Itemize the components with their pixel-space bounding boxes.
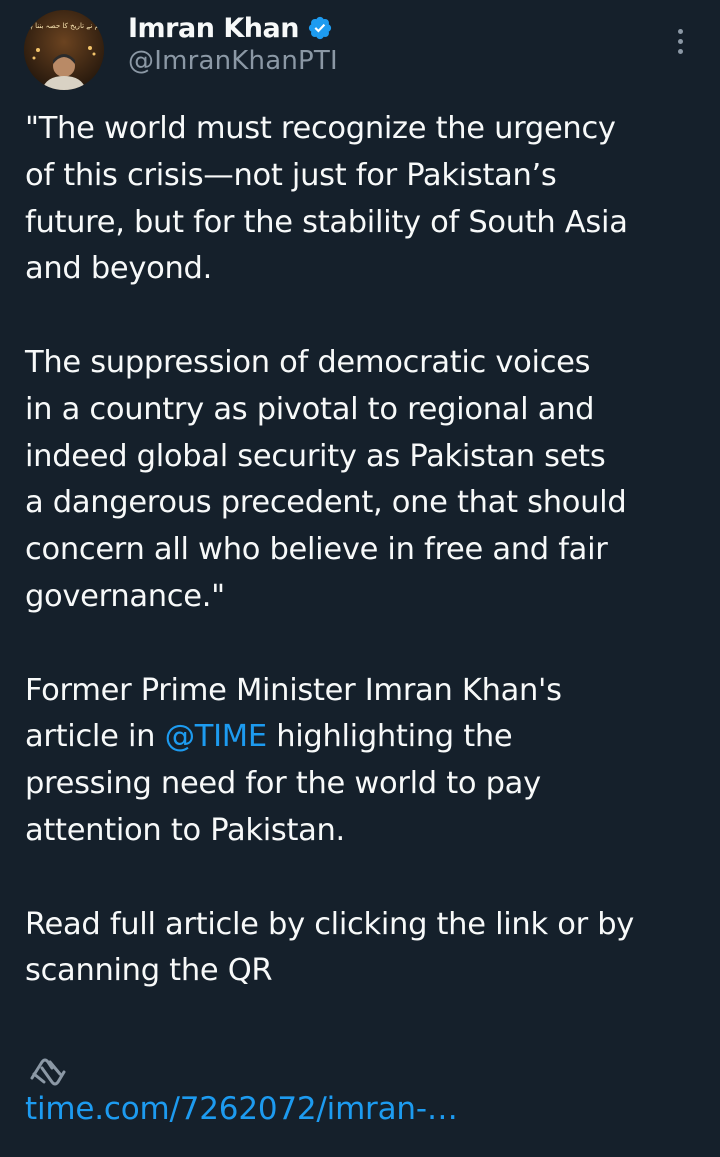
tweet-paragraph: Former Prime Minister Imran Khan's artic… xyxy=(25,668,715,855)
more-dot xyxy=(677,28,683,34)
avatar-image: ہم نے تاریخ کا حصہ بننا ہے xyxy=(24,10,104,90)
tweet-paragraph: Read full article by clicking the link o… xyxy=(25,906,635,989)
author-display-name[interactable]: Imran Khan xyxy=(128,13,299,44)
avatar-text: ہم نے تاریخ کا حصہ بننا ہے xyxy=(25,22,104,30)
more-dot xyxy=(677,38,683,44)
avatar[interactable]: ہم نے تاریخ کا حصہ بننا ہے xyxy=(24,10,104,90)
tweet-header: ہم نے تاریخ کا حصہ بننا ہے Imran Khan @I… xyxy=(0,0,720,100)
tweet-body: "The world must recognize the urgency of… xyxy=(25,106,715,995)
author-handle[interactable]: @ImranKhanPTI xyxy=(128,46,338,76)
verified-badge-icon xyxy=(308,16,332,40)
tweet-paragraph: The suppression of democratic voices in … xyxy=(25,344,627,614)
link-icon xyxy=(30,1058,66,1086)
tweet-paragraph: "The world must recognize the urgency of… xyxy=(25,111,628,287)
mention-link[interactable]: @TIME xyxy=(165,719,268,754)
more-options-icon[interactable] xyxy=(664,22,696,60)
more-dot xyxy=(677,48,683,54)
author-name-row: Imran Khan xyxy=(128,10,333,46)
article-link[interactable]: time.com/7262072/imran-… xyxy=(25,1091,458,1127)
